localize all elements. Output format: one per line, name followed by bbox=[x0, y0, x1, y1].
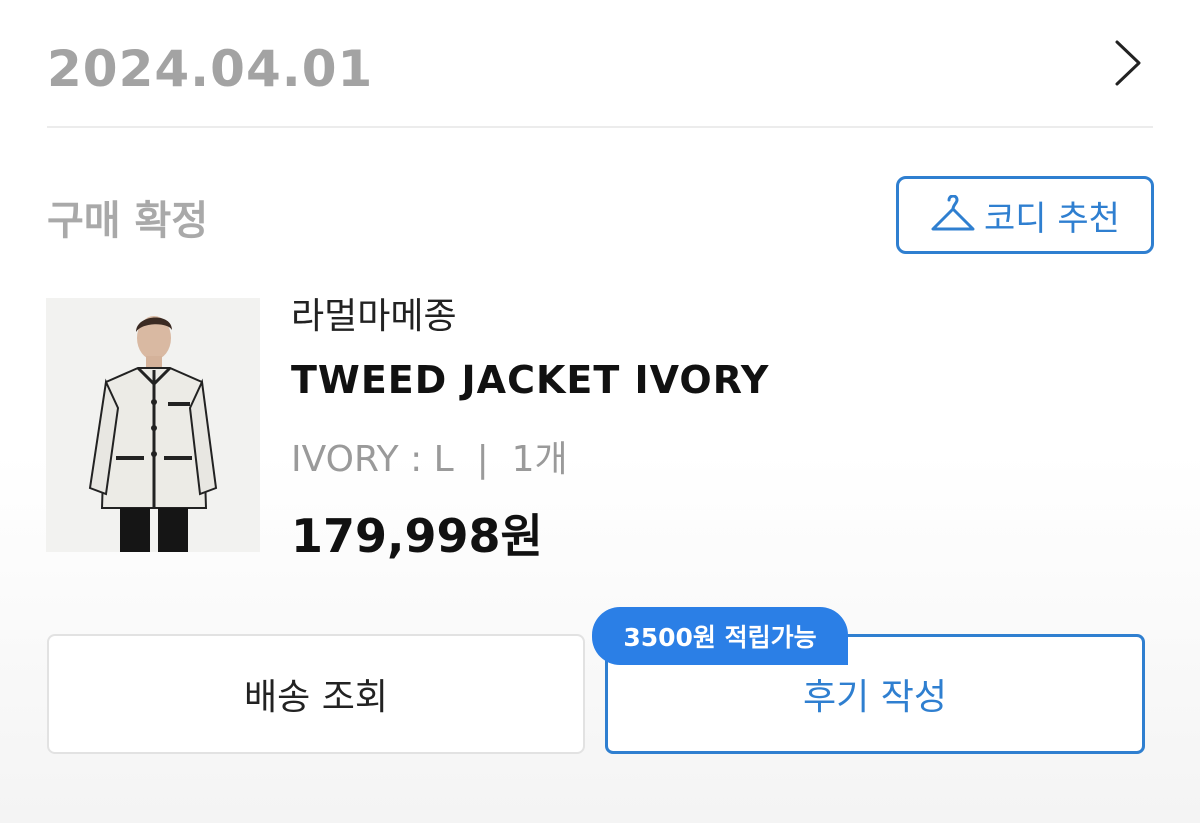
order-card: 2024.04.01 구매 확정 코디 추천 라멀마메종 TWEED JACKE… bbox=[0, 0, 1200, 823]
order-header: 2024.04.01 bbox=[47, 30, 1153, 128]
track-delivery-button[interactable]: 배송 조회 bbox=[47, 634, 585, 754]
coordi-recommend-label: 코디 추천 bbox=[984, 198, 1120, 239]
product-thumbnail[interactable] bbox=[46, 298, 260, 552]
product-brand: 라멀마메종 bbox=[291, 296, 457, 337]
product-name[interactable]: TWEED JACKET IVORY bbox=[291, 358, 769, 402]
order-status: 구매 확정 bbox=[47, 198, 209, 244]
track-delivery-label: 배송 조회 bbox=[244, 677, 388, 718]
order-date: 2024.04.01 bbox=[47, 40, 374, 98]
product-image bbox=[46, 298, 260, 552]
chevron-right-icon[interactable] bbox=[1111, 38, 1145, 88]
product-price: 179,998원 bbox=[291, 509, 543, 563]
product-option: IVORY : L | 1개 bbox=[291, 439, 568, 480]
write-review-label: 후기 작성 bbox=[803, 677, 947, 718]
coordi-recommend-button[interactable]: 코디 추천 bbox=[896, 176, 1154, 254]
hanger-icon bbox=[931, 195, 975, 231]
points-badge: 3500원 적립가능 bbox=[592, 607, 848, 665]
